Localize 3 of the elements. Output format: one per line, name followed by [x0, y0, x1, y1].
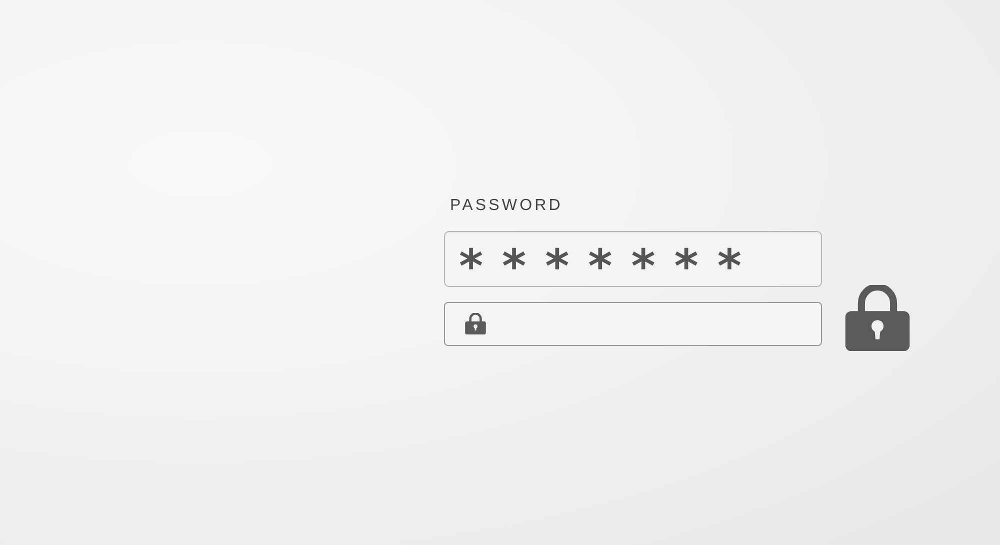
password-field[interactable]: *******	[444, 231, 822, 287]
masked-password: *******	[459, 238, 760, 289]
password-label: PASSWORD	[450, 197, 564, 215]
